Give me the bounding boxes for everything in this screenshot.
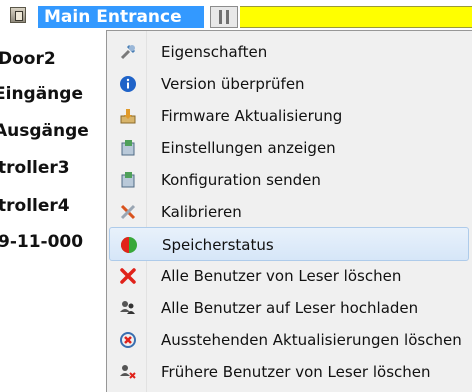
cancel-updates-icon — [120, 332, 136, 348]
menu-item-label: Konfiguration senden — [161, 171, 321, 189]
tree-item-ausgaenge[interactable]: Ausgänge — [0, 119, 89, 143]
menu-item-version[interactable]: Version überprüfen — [109, 67, 469, 101]
tree-node-main-entrance[interactable]: Main Entrance — [38, 6, 204, 28]
users-upload-icon — [120, 301, 135, 314]
menu-item-label: Version überprüfen — [161, 75, 305, 93]
menu-item-label: Frühere Benutzer von Leser löschen — [161, 363, 431, 381]
status-indicator — [210, 6, 238, 28]
calibrate-icon — [120, 204, 136, 220]
tree-item-door2[interactable]: Door2 — [0, 47, 56, 71]
menu-item-label: Eigenschaften — [161, 43, 268, 61]
menu-item-label: Alle Benutzer von Leser löschen — [161, 267, 402, 285]
menu-item-kalibrieren[interactable]: Kalibrieren — [109, 195, 469, 229]
menu-item-fruehere[interactable]: Frühere Benutzer von Leser löschen — [109, 355, 469, 389]
menu-item-label: Firmware Aktualisierung — [161, 107, 343, 125]
menu-item-label: Einstellungen anzeigen — [161, 139, 336, 157]
tree-item-eingaenge[interactable]: Eingänge — [0, 82, 83, 106]
menu-item-label: Alle Benutzer auf Leser hochladen — [161, 299, 419, 317]
tree-item-controller3[interactable]: troller3 — [0, 156, 70, 180]
menu-item-label: Kalibrieren — [161, 203, 242, 221]
tools-icon — [120, 44, 136, 60]
menu-item-einstellungen[interactable]: Einstellungen anzeigen — [109, 131, 469, 165]
tree-item-controller4[interactable]: troller4 — [0, 194, 70, 218]
menu-item-eigenschaften[interactable]: Eigenschaften — [109, 35, 469, 69]
send-config-icon — [121, 172, 135, 188]
menu-item-speicherstatus[interactable]: Speicherstatus — [109, 227, 469, 261]
context-menu: Eigenschaften Version überprüfen Firmwar… — [106, 30, 472, 392]
users-delete-icon — [120, 365, 136, 379]
menu-item-firmware[interactable]: Firmware Aktualisierung — [109, 99, 469, 133]
status-bar-yellow — [240, 6, 472, 28]
menu-item-hochladen[interactable]: Alle Benutzer auf Leser hochladen — [109, 291, 469, 325]
menu-item-konfiguration[interactable]: Konfiguration senden — [109, 163, 469, 197]
menu-item-label: Speicherstatus — [162, 236, 274, 254]
door-node-icon — [10, 7, 26, 23]
tree-header-row: Main Entrance — [0, 0, 472, 30]
device-tree: Door2 Eingänge Ausgänge troller3 troller… — [0, 30, 106, 392]
tree-item-reader[interactable]: 9-11-000 — [0, 230, 83, 254]
menu-item-label: Ausstehenden Aktualisierungen löschen — [161, 331, 462, 349]
menu-item-alle-loeschen[interactable]: Alle Benutzer von Leser löschen — [109, 259, 469, 293]
delete-icon — [120, 268, 136, 284]
memory-status-icon — [121, 237, 137, 253]
settings-display-icon — [121, 140, 135, 156]
info-icon — [120, 76, 136, 92]
menu-item-ausstehend[interactable]: Ausstehenden Aktualisierungen löschen — [109, 323, 469, 357]
firmware-icon — [120, 109, 136, 124]
